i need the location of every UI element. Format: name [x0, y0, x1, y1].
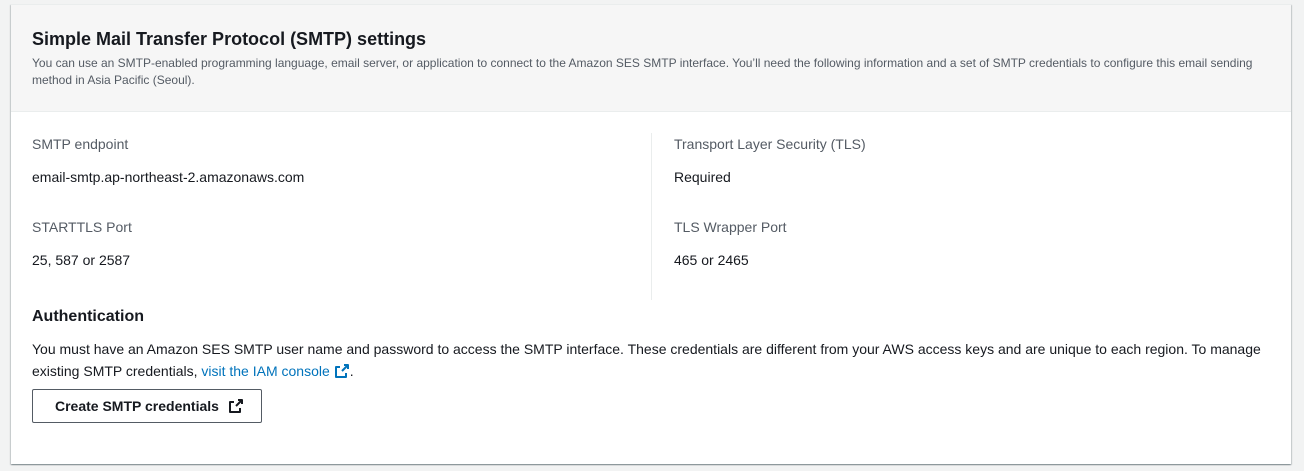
panel-description: You can use an SMTP-enabled programming … [32, 56, 1253, 87]
panel-header: Simple Mail Transfer Protocol (SMTP) set… [11, 5, 1291, 112]
starttls-port-value: 25, 587 or 2587 [32, 252, 131, 268]
tls-label: Transport Layer Security (TLS) [673, 136, 866, 152]
tls-value: Required [673, 169, 731, 185]
smtp-settings-panel: Simple Mail Transfer Protocol (SMTP) set… [11, 4, 1291, 464]
settings-columns: SMTP endpoint email-smtp.ap-northeast-2.… [32, 112, 1270, 300]
authentication-heading: Authentication [32, 308, 144, 325]
starttls-port-pair: STARTTLS Port 25, 587 or 2587 [32, 217, 651, 270]
authentication-description: You must have an Amazon SES SMTP user na… [32, 338, 1270, 382]
iam-console-link[interactable]: visit the IAM console [201, 363, 349, 379]
tls-pair: Transport Layer Security (TLS) Required [674, 134, 1270, 187]
authentication-text-end: . [349, 363, 354, 379]
settings-column-right: Transport Layer Security (TLS) Required … [650, 133, 1270, 300]
panel-body: SMTP endpoint email-smtp.ap-northeast-2.… [11, 112, 1291, 423]
smtp-endpoint-pair: SMTP endpoint email-smtp.ap-northeast-2.… [32, 134, 651, 187]
create-smtp-credentials-label: Create SMTP credentials [55, 398, 219, 414]
iam-console-link-label: visit the IAM console [201, 363, 330, 379]
external-link-icon [334, 364, 349, 378]
settings-column-left: SMTP endpoint email-smtp.ap-northeast-2.… [32, 134, 651, 298]
tls-wrapper-port-pair: TLS Wrapper Port 465 or 2465 [674, 217, 1270, 270]
panel-title: Simple Mail Transfer Protocol (SMTP) set… [32, 29, 427, 49]
create-smtp-credentials-button[interactable]: Create SMTP credentials [32, 389, 262, 423]
starttls-port-label: STARTTLS Port [32, 219, 132, 235]
smtp-endpoint-value: email-smtp.ap-northeast-2.amazonaws.com [32, 169, 305, 185]
smtp-endpoint-label: SMTP endpoint [32, 136, 129, 152]
tls-wrapper-port-value: 465 or 2465 [673, 252, 749, 268]
external-link-icon [228, 399, 243, 413]
tls-wrapper-port-label: TLS Wrapper Port [673, 219, 787, 235]
